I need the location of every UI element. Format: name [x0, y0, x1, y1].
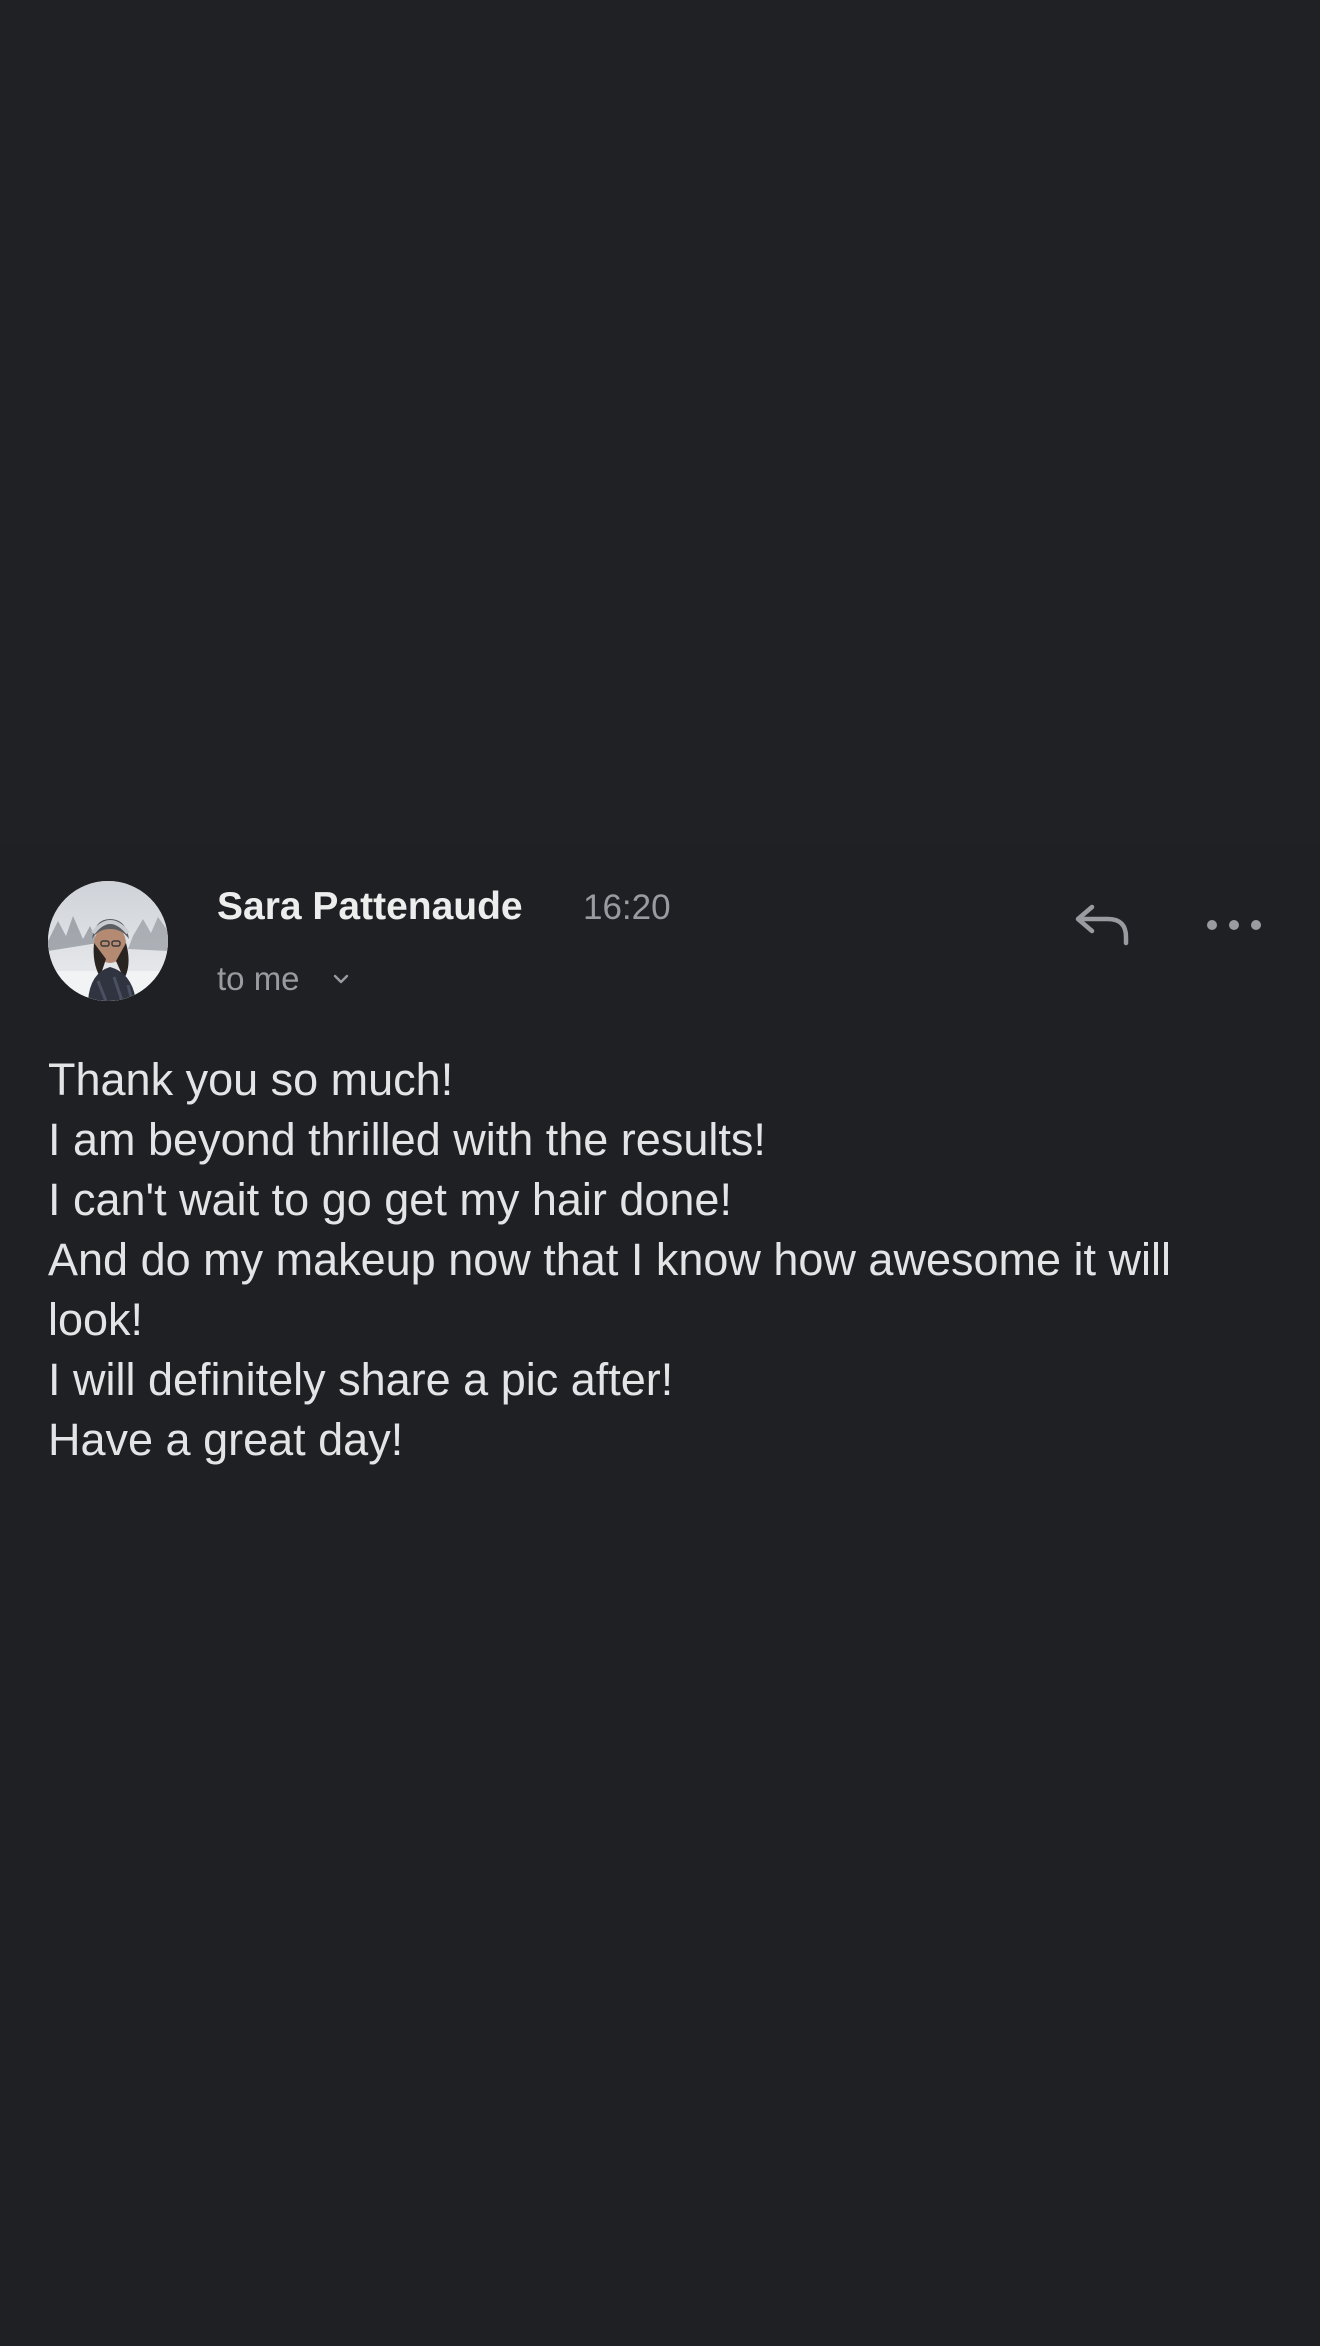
email-body-line: I will definitely share a pic after!	[48, 1354, 674, 1405]
email-body: Thank you so much! I am beyond thrilled …	[48, 1050, 1278, 1470]
email-header: Sara Pattenaude 16:20 to me	[0, 845, 1320, 1035]
email-body-line: I am beyond thrilled with the results!	[48, 1114, 766, 1165]
reply-icon	[1075, 904, 1129, 946]
email-body-line: And do my makeup now that I know how awe…	[48, 1234, 1172, 1345]
sender-name[interactable]: Sara Pattenaude	[217, 885, 523, 929]
empty-top-area	[0, 0, 1320, 845]
email-time: 16:20	[583, 888, 671, 927]
email-view: Sara Pattenaude 16:20 to me Thank you so…	[0, 0, 1320, 2346]
reply-button[interactable]	[1070, 893, 1134, 957]
recipient-details-toggle[interactable]: to me	[217, 957, 352, 1001]
email-body-line: I can't wait to go get my hair done!	[48, 1174, 732, 1225]
email-body-line: Thank you so much!	[48, 1054, 454, 1105]
more-options-button[interactable]	[1204, 905, 1264, 945]
avatar[interactable]	[48, 881, 168, 1001]
avatar-photo	[48, 881, 168, 1001]
more-horizontal-icon	[1207, 920, 1261, 930]
email-body-line: Have a great day!	[48, 1414, 404, 1465]
chevron-down-icon[interactable]	[330, 968, 352, 990]
recipient-label: to me	[217, 960, 300, 997]
